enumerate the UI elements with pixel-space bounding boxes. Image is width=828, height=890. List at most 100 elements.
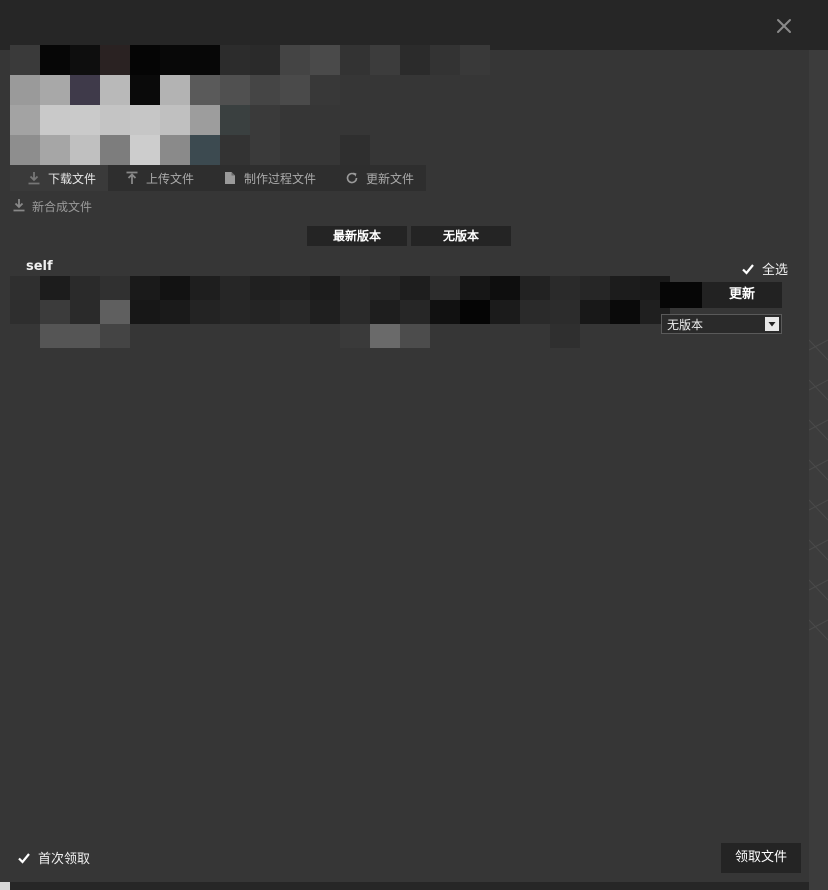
tab-label: 上传文件 [146,171,195,186]
download-icon [12,198,26,215]
mosaic-cell [40,45,70,75]
chevron-down-icon [765,317,779,331]
mosaic-cell [460,300,490,324]
dialog-titlebar [0,0,828,50]
mosaic-cell [460,105,490,135]
mosaic-cell [280,135,310,165]
mosaic-cell [70,135,100,165]
mosaic-cell [40,276,70,300]
mosaic-cell [340,75,370,105]
mosaic-cell [280,75,310,105]
mosaic-cell [610,300,640,324]
mosaic-cell [460,135,490,165]
mosaic-cell [190,45,220,75]
checkmark-icon [16,850,32,866]
update-button[interactable]: 更新 [702,282,782,308]
latest-version-button[interactable]: 最新版本 [307,226,407,246]
first-claim-label: 首次领取 [38,852,91,867]
mosaic-cell [400,276,430,300]
row-thumbnail-dark [660,282,702,308]
mosaic-cell [310,135,340,165]
mosaic-cell [430,300,460,324]
mosaic-cell [400,300,430,324]
mosaic-cell [430,105,460,135]
mosaic-cell [370,276,400,300]
mosaic-cell [190,300,220,324]
mosaic-cell [130,276,160,300]
tab-upload-files[interactable]: 上传文件 [108,165,206,191]
mosaic-cell [400,324,430,348]
mosaic-cell [310,105,340,135]
mosaic-cell [10,105,40,135]
refresh-icon [344,170,360,186]
mosaic-cell [550,276,580,300]
mosaic-cell [130,105,160,135]
mosaic-cell [160,300,190,324]
mosaic-cell [250,105,280,135]
claim-files-button[interactable]: 领取文件 [721,843,801,873]
close-button[interactable] [772,14,796,38]
mosaic-cell [310,75,340,105]
new-composite-file-action[interactable]: 新合成文件 [12,196,92,216]
mosaic-cell [160,324,190,348]
mosaic-cell [340,45,370,75]
mosaic-cell [400,45,430,75]
group-label: self [26,259,53,274]
mosaic-cell [490,276,520,300]
mosaic-cell [40,300,70,324]
mosaic-cell [40,324,70,348]
mosaic-cell [190,135,220,165]
mosaic-cell [250,135,280,165]
mosaic-cell [100,75,130,105]
mosaic-cell [340,135,370,165]
mosaic-cell [40,105,70,135]
mosaic-cell [460,45,490,75]
mosaic-cell [580,300,610,324]
tab-label: 更新文件 [366,171,415,186]
tab-process-files[interactable]: 制作过程文件 [206,165,328,191]
mosaic-cell [100,45,130,75]
mosaic-cell [610,324,640,348]
mosaic-cell [370,105,400,135]
mosaic-cell [280,276,310,300]
mosaic-cell [460,75,490,105]
mosaic-cell [10,45,40,75]
mosaic-cell [370,300,400,324]
mosaic-cell [280,300,310,324]
mosaic-cell [100,135,130,165]
mosaic-cell [190,105,220,135]
download-icon [26,170,42,186]
version-select[interactable]: 无版本 [661,314,782,334]
mosaic-cell [130,324,160,348]
first-claim-checkbox[interactable]: 首次领取 [16,848,90,867]
mosaic-cell [370,45,400,75]
tab-download-files[interactable]: 下载文件 [10,165,109,191]
mosaic-cell [310,324,340,348]
sub-action-label: 新合成文件 [32,199,93,214]
mosaic-cell [520,276,550,300]
mosaic-cell [100,324,130,348]
mosaic-cell [160,276,190,300]
mosaic-cell [190,324,220,348]
mosaic-cell [430,276,460,300]
mosaic-cell [340,276,370,300]
select-all-checkbox[interactable]: 全选 [740,259,788,278]
version-select-value: 无版本 [667,317,704,332]
no-version-button[interactable]: 无版本 [411,226,511,246]
mosaic-cell [130,135,160,165]
mosaic-cell [70,300,100,324]
mosaic-cell [220,75,250,105]
mosaic-cell [250,300,280,324]
checkmark-icon [740,261,756,277]
mosaic-cell [10,75,40,105]
mosaic-cell [10,300,40,324]
tab-update-files[interactable]: 更新文件 [328,165,426,191]
mosaic-cell [310,45,340,75]
select-all-label: 全选 [762,263,789,278]
close-icon [777,19,791,33]
mosaic-cell [580,276,610,300]
mosaic-cell [550,300,580,324]
mosaic-cell [10,135,40,165]
mosaic-cell [220,135,250,165]
mosaic-cell [130,75,160,105]
